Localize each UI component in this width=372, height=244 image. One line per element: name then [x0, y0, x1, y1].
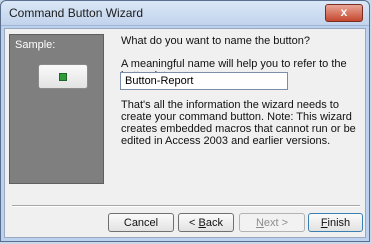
report-icon — [59, 73, 67, 81]
finish-mnemonic: F — [320, 217, 328, 229]
title-bar: Command Button Wizard x — [1, 1, 369, 26]
question-label: What do you want to name the button? — [121, 35, 310, 47]
finish-label-rest: inish — [327, 217, 351, 229]
finish-button[interactable]: Finish — [308, 213, 363, 232]
cancel-button[interactable]: Cancel — [108, 213, 174, 232]
cancel-label: Cancel — [123, 217, 159, 229]
button-name-input[interactable] — [120, 72, 288, 90]
window-title: Command Button Wizard — [9, 6, 144, 20]
sample-label: Sample: — [15, 39, 56, 51]
back-arrow: < — [189, 217, 199, 229]
sample-button-preview — [38, 64, 88, 89]
back-label-rest: ack — [205, 217, 223, 229]
next-label-rest: ext > — [263, 217, 289, 229]
info-text: That's all the information the wizard ne… — [121, 99, 356, 147]
back-button[interactable]: < Back — [178, 213, 234, 232]
sample-panel: Sample: — [9, 34, 104, 184]
close-button[interactable]: x — [325, 4, 363, 22]
back-mnemonic: B — [198, 217, 206, 229]
separator-line — [12, 205, 360, 207]
next-button[interactable]: Next > — [239, 213, 305, 232]
wizard-window: Command Button Wizard x Sample: What do … — [0, 0, 370, 242]
next-mnemonic: N — [255, 217, 264, 229]
wizard-body: Sample: What do you want to name the but… — [4, 28, 366, 238]
